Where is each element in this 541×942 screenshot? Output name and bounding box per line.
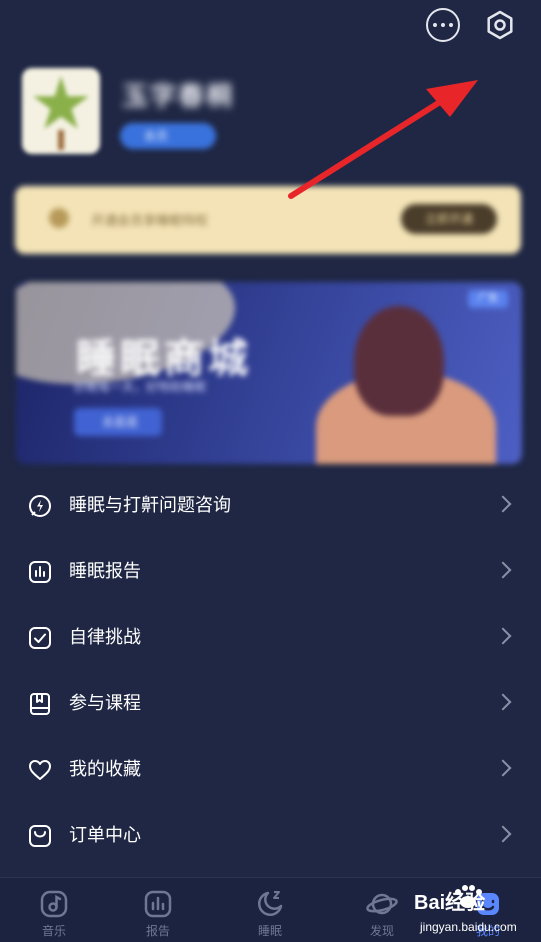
member-banner[interactable]: 开通会员享睡眠特权 立即开通 — [15, 186, 521, 254]
member-open-button[interactable]: 立即开通 — [401, 204, 497, 234]
menu-list: 睡眠与打鼾问题咨询 睡眠报告 自律挑战 参与课程 我的收藏 订单中心 — [0, 473, 541, 869]
profile-section: 玉字春桐 会员 — [22, 68, 502, 158]
settings-button[interactable] — [483, 8, 517, 42]
avatar-trunk — [58, 130, 64, 150]
chevron-right-icon — [494, 825, 512, 843]
promo-figure-hair — [354, 306, 444, 416]
promo-ad-tag: 广告 — [468, 290, 508, 308]
report-icon — [144, 890, 172, 918]
menu-item-label: 我的收藏 — [69, 759, 141, 780]
menu-item-label: 参与课程 — [69, 693, 141, 714]
watermark: Bai经验 jingyan.baidu.com — [410, 882, 535, 940]
menu-item-course[interactable]: 参与课程 — [0, 671, 541, 737]
more-button[interactable] — [426, 8, 460, 42]
menu-item-challenge[interactable]: 自律挑战 — [0, 605, 541, 671]
tab-label: 睡眠 — [257, 924, 282, 938]
watermark-line1: Bai经验 — [414, 892, 486, 914]
consult-chat-icon — [29, 495, 51, 517]
member-banner-text: 开通会员享睡眠特权 — [91, 214, 209, 229]
crown-icon — [49, 208, 69, 228]
music-icon — [40, 890, 68, 918]
course-book-icon — [30, 693, 50, 715]
menu-item-label: 订单中心 — [69, 825, 141, 846]
chevron-right-icon — [494, 561, 512, 579]
promo-subtitle: 好眠每一天，好物助睡眠 — [74, 380, 207, 394]
chevron-right-icon — [494, 627, 512, 645]
menu-item-orders[interactable]: 订单中心 — [0, 803, 541, 869]
username[interactable]: 玉字春桐 — [122, 76, 234, 113]
promo-pill-button[interactable]: 去逛逛 — [74, 408, 162, 436]
order-bag-icon — [29, 825, 51, 847]
menu-item-label: 自律挑战 — [69, 627, 141, 648]
watermark-line2: jingyan.baidu.com — [420, 920, 517, 934]
avatar[interactable] — [22, 68, 100, 154]
heart-icon — [29, 760, 51, 780]
chevron-right-icon — [494, 495, 512, 513]
menu-item-favorites[interactable]: 我的收藏 — [0, 737, 541, 803]
menu-item-label: 睡眠报告 — [69, 561, 141, 582]
chevron-right-icon — [494, 759, 512, 777]
menu-item-report[interactable]: 睡眠报告 — [0, 539, 541, 605]
menu-item-consult[interactable]: 睡眠与打鼾问题咨询 — [0, 473, 541, 539]
top-bar — [0, 0, 541, 52]
tab-sleep[interactable]: 睡眠 — [216, 878, 324, 942]
tab-report[interactable]: 报告 — [104, 878, 212, 942]
tab-label: 音乐 — [41, 924, 66, 938]
planet-icon — [366, 893, 398, 915]
report-chart-icon — [29, 561, 51, 583]
settings-hexagon-icon — [487, 10, 513, 40]
promo-banner[interactable]: 睡眠商城 好眠每一天，好物助睡眠 去逛逛 广告 — [16, 282, 522, 464]
tab-label: 报告 — [145, 924, 170, 938]
menu-item-label: 睡眠与打鼾问题咨询 — [69, 495, 231, 516]
vip-badge[interactable]: 会员 — [120, 123, 216, 149]
challenge-check-icon — [29, 627, 51, 649]
chevron-right-icon — [494, 693, 512, 711]
star-tree-icon — [33, 76, 89, 129]
promo-title: 睡眠商城 — [76, 336, 252, 382]
more-dots-icon — [433, 23, 453, 27]
tab-music[interactable]: 音乐 — [0, 878, 108, 942]
moon-icon — [258, 891, 283, 916]
